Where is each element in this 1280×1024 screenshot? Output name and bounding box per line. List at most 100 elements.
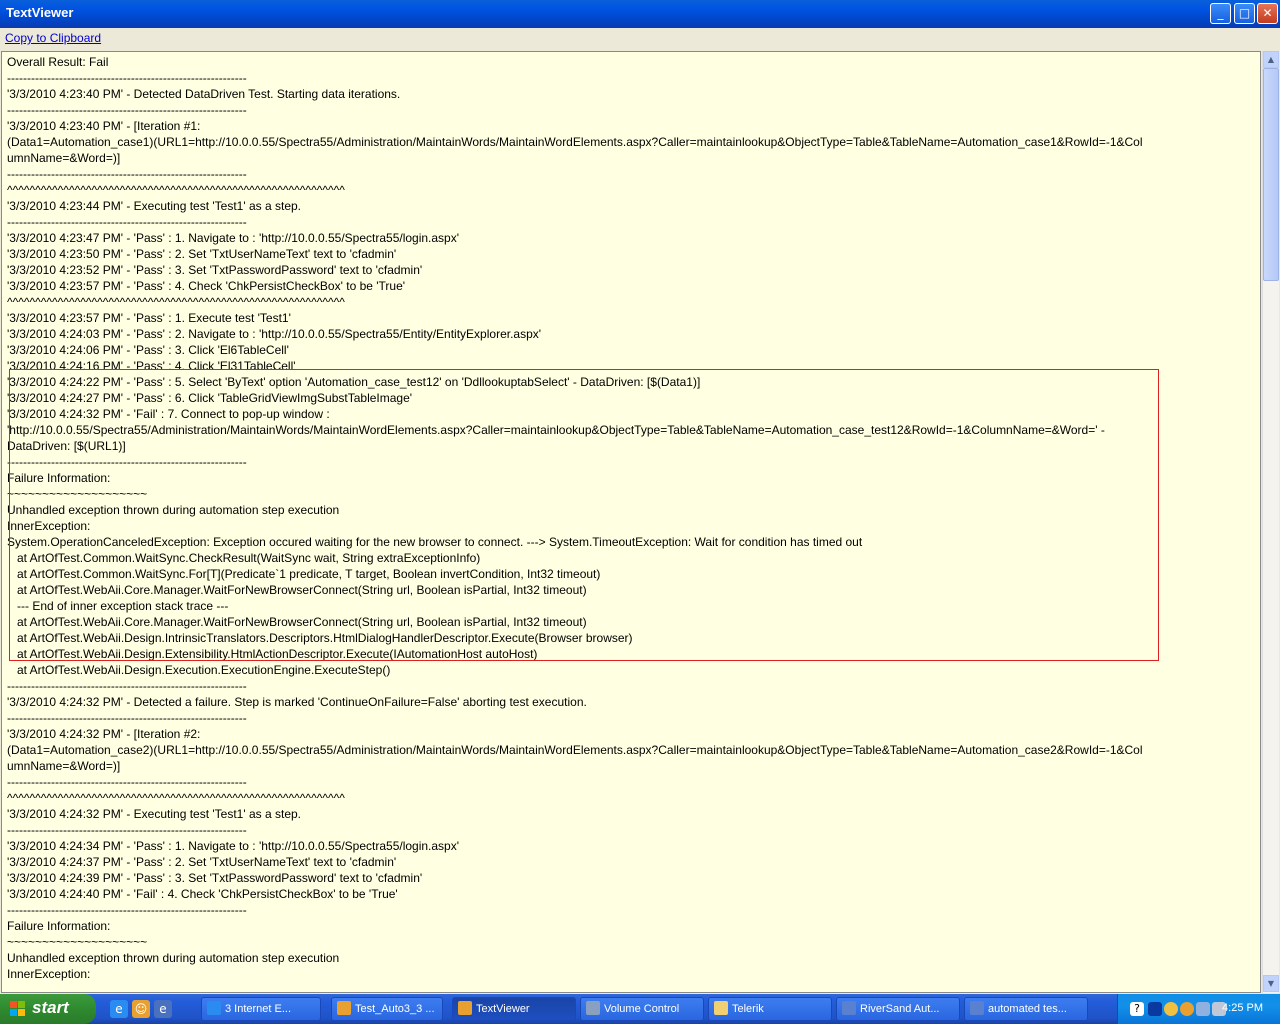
minimize-button[interactable]: _ [1210,3,1231,24]
log-line: --- End of inner exception stack trace -… [7,599,229,613]
app-icon [337,1001,351,1015]
log-line: Failure Information: [7,471,111,485]
word-icon [970,1001,984,1015]
log-line: '3/3/2010 4:24:37 PM' - 'Pass' : 2. Set … [7,855,397,869]
start-button[interactable]: start [0,994,96,1024]
log-line: '3/3/2010 4:24:32 PM' - [Iteration #2: [7,727,201,741]
log-line: ----------------------------------------… [7,215,247,229]
log-line: Unhandled exception thrown during automa… [7,503,340,517]
log-line: ^^^^^^^^^^^^^^^^^^^^^^^^^^^^^^^^^^^^^^^^… [7,183,345,197]
ie-quicklaunch-icon[interactable]: e [110,1000,128,1018]
log-line: at ArtOfTest.Common.WaitSync.For[T](Pred… [7,567,601,581]
taskbar-button-label: automated tes... [988,1003,1067,1015]
log-line: DataDriven: [$(URL1)] [7,439,126,453]
taskbar-button-label: Volume Control [604,1003,680,1015]
log-line: '3/3/2010 4:23:40 PM' - Detected DataDri… [7,87,401,101]
scroll-thumb[interactable] [1263,68,1279,281]
log-line: Unhandled exception thrown during automa… [7,951,340,965]
log-line: ----------------------------------------… [7,455,247,469]
log-line: 'http://10.0.0.55/Spectra55/Administrati… [7,423,1105,437]
log-line: '3/3/2010 4:24:27 PM' - 'Pass' : 6. Clic… [7,391,413,405]
log-line: '3/3/2010 4:24:06 PM' - 'Pass' : 3. Clic… [7,343,289,357]
log-line: '3/3/2010 4:23:57 PM' - 'Pass' : 4. Chec… [7,279,406,293]
log-line: umnName=&Word=)] [7,759,121,773]
log-line: '3/3/2010 4:24:32 PM' - 'Fail' : 7. Conn… [7,407,330,421]
log-line: (Data1=Automation_case2)(URL1=http://10.… [7,743,1143,757]
ie-icon [207,1001,221,1015]
vertical-scrollbar[interactable]: ▲ ▼ [1262,51,1279,993]
log-line: '3/3/2010 4:24:03 PM' - 'Pass' : 2. Navi… [7,327,542,341]
log-line: ^^^^^^^^^^^^^^^^^^^^^^^^^^^^^^^^^^^^^^^^… [7,295,345,309]
log-line: '3/3/2010 4:24:34 PM' - 'Pass' : 1. Navi… [7,839,460,853]
taskbar-button[interactable]: Telerik [708,997,832,1021]
app-quicklaunch-icon[interactable]: ☺ [132,1000,150,1018]
taskbar-button[interactable]: Test_Auto3_3 ... [331,997,443,1021]
taskbar-button-label: RiverSand Aut... [860,1003,940,1015]
log-line: '3/3/2010 4:24:22 PM' - 'Pass' : 5. Sele… [7,375,701,389]
log-line: ----------------------------------------… [7,71,247,85]
log-line: umnName=&Word=)] [7,151,121,165]
maximize-button[interactable]: □ [1234,3,1255,24]
log-line: ----------------------------------------… [7,903,247,917]
browser-quicklaunch-icon[interactable]: e [154,1000,172,1018]
title-bar: TextViewer _ □ ✕ [0,0,1280,28]
tray-chevron-icon[interactable] [1148,1002,1162,1016]
log-line: at ArtOfTest.WebAii.Core.Manager.WaitFor… [7,615,587,629]
log-line: ----------------------------------------… [7,775,247,789]
log-line: at ArtOfTest.WebAii.Design.IntrinsicTran… [7,631,633,645]
scroll-down-button[interactable]: ▼ [1263,975,1279,992]
log-line: ----------------------------------------… [7,679,247,693]
log-line: '3/3/2010 4:24:16 PM' - 'Pass' : 4. Clic… [7,359,296,373]
system-tray: ? 4:25 PM [1117,994,1280,1024]
log-line: '3/3/2010 4:23:57 PM' - 'Pass' : 1. Exec… [7,311,291,325]
log-line: System.OperationCanceledException: Excep… [7,535,863,549]
log-line: Failure Information: [7,919,111,933]
log-line: at ArtOfTest.WebAii.Design.Execution.Exe… [7,663,391,677]
log-line: '3/3/2010 4:24:32 PM' - Detected a failu… [7,695,587,709]
scroll-up-button[interactable]: ▲ [1263,51,1279,68]
clock: 4:25 PM [1222,1002,1263,1014]
taskbar-button[interactable]: TextViewer [452,997,576,1021]
log-line: at ArtOfTest.WebAii.Design.Extensibility… [7,647,538,661]
log-text-area[interactable]: Overall Result: Fail --------------------… [1,51,1261,993]
taskbar-button[interactable]: Volume Control [580,997,704,1021]
log-line: ----------------------------------------… [7,167,247,181]
taskbar-button[interactable]: RiverSand Aut... [836,997,960,1021]
log-line: ----------------------------------------… [7,711,247,725]
log-line: '3/3/2010 4:24:39 PM' - 'Pass' : 3. Set … [7,871,423,885]
log-line: '3/3/2010 4:23:50 PM' - 'Pass' : 2. Set … [7,247,397,261]
taskbar-button-label: Telerik [732,1003,764,1015]
log-line: Overall Result: Fail [7,55,109,69]
log-line: (Data1=Automation_case1)(URL1=http://10.… [7,135,1143,149]
log-line: '3/3/2010 4:23:47 PM' - 'Pass' : 1. Navi… [7,231,460,245]
log-line: ^^^^^^^^^^^^^^^^^^^^^^^^^^^^^^^^^^^^^^^^… [7,791,345,805]
taskbar-button-label: Test_Auto3_3 ... [355,1003,435,1015]
taskbar-button-label: TextViewer [476,1003,530,1015]
app-tray-icon[interactable] [1180,1002,1194,1016]
log-line: at ArtOfTest.WebAii.Core.Manager.WaitFor… [7,583,587,597]
log-line: InnerException: [7,967,91,981]
folder-icon [714,1001,728,1015]
taskbar: start e ☺ e 3 Internet E... Test_Auto3_3 … [0,994,1280,1024]
app-icon [458,1001,472,1015]
taskbar-button[interactable]: 3 Internet E... [201,997,321,1021]
log-line: InnerException: [7,519,91,533]
window-title: TextViewer [6,5,74,20]
log-line: '3/3/2010 4:24:40 PM' - 'Fail' : 4. Chec… [7,887,398,901]
network-icon[interactable] [1196,1002,1210,1016]
log-line: at ArtOfTest.Common.WaitSync.CheckResult… [7,551,481,565]
taskbar-button[interactable]: automated tes... [964,997,1088,1021]
help-icon[interactable]: ? [1130,1002,1144,1016]
toolbar: Copy to Clipboard [0,28,1280,50]
copy-to-clipboard-link[interactable]: Copy to Clipboard [5,31,101,45]
close-button[interactable]: ✕ [1257,3,1278,24]
log-line: ----------------------------------------… [7,823,247,837]
volume-icon [586,1001,600,1015]
start-label: start [32,998,69,1017]
word-icon [842,1001,856,1015]
log-line: ~~~~~~~~~~~~~~~~~~~~ [7,935,148,949]
taskbar-button-label: 3 Internet E... [225,1003,292,1015]
messenger-icon[interactable] [1164,1002,1178,1016]
windows-logo-icon [10,1001,25,1016]
log-line: '3/3/2010 4:23:44 PM' - Executing test '… [7,199,301,213]
